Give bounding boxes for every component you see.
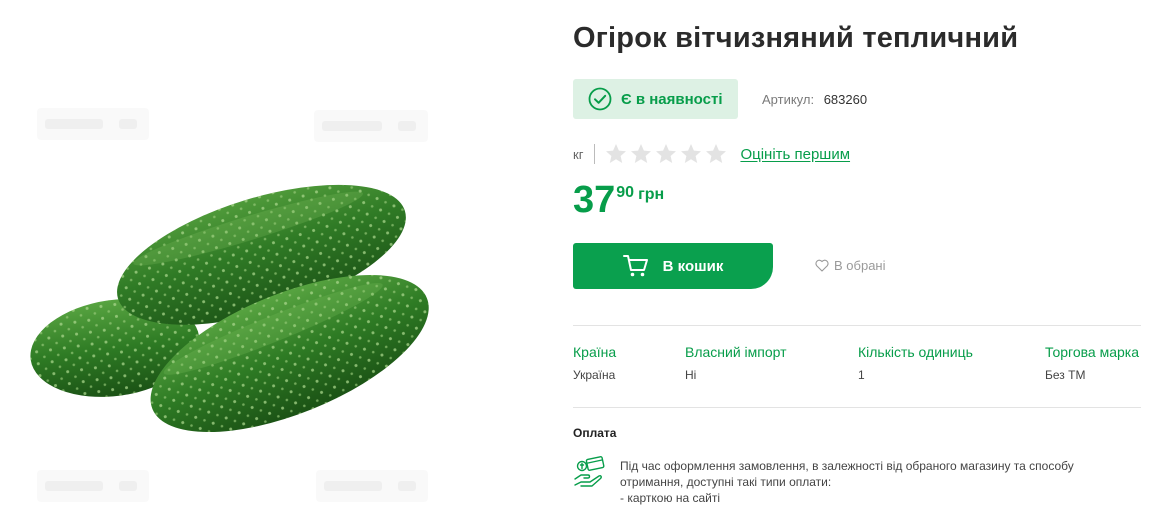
star-icon[interactable] [604, 142, 628, 166]
attribute-unit-count: Кількість одиниць 1 [858, 344, 973, 382]
attribute-name: Країна [573, 344, 617, 360]
payment-description: Під час оформлення замовлення, в залежно… [620, 458, 1090, 505]
attribute-value: Без ТМ [1045, 368, 1086, 382]
attribute-value: Україна [573, 368, 616, 382]
payment-icon [574, 456, 605, 487]
watermark [316, 470, 428, 502]
star-icon[interactable] [679, 142, 703, 166]
star-icon[interactable] [654, 142, 678, 166]
cart-icon [622, 255, 648, 277]
rate-first-link[interactable]: Оцініть першим [740, 146, 850, 163]
attribute-name: Торгова марка [1045, 344, 1139, 360]
watermark [37, 108, 149, 140]
price-currency: грн [638, 186, 665, 203]
price-integer: 37 [573, 179, 616, 221]
rating-row: кг Оцініть першим [573, 142, 850, 166]
cucumber-image [30, 184, 429, 433]
product-attributes: Країна Україна Власний імпорт Ні Кількіс… [573, 344, 1141, 388]
unit-label: кг [573, 146, 584, 162]
attribute-brand: Торгова марка Без ТМ [1045, 344, 1139, 382]
add-to-cart-button[interactable]: В кошик [573, 243, 773, 289]
add-to-favorites-button[interactable]: В обрані [815, 258, 886, 273]
divider [573, 407, 1141, 408]
sku-value: 683260 [823, 92, 868, 107]
divider [594, 144, 596, 164]
attribute-name: Власний імпорт [685, 344, 787, 360]
payment-text-line: отримання, доступні такі типи оплати: [620, 475, 832, 489]
attribute-name: Кількість одиниць [858, 344, 973, 360]
payment-title: Оплата [573, 426, 617, 440]
check-circle-icon [588, 87, 612, 111]
sku-label: Артикул: [762, 92, 815, 107]
stock-badge: Є в наявності [573, 79, 738, 119]
sku: Артикул: 683260 [762, 92, 867, 107]
attribute-own-import: Власний імпорт Ні [685, 344, 787, 382]
payment-text-line: Під час оформлення замовлення, в залежно… [620, 459, 1074, 473]
attribute-value: Ні [685, 368, 697, 382]
star-icon[interactable] [629, 142, 653, 166]
price-fraction: 90 [616, 184, 635, 201]
add-to-cart-label: В кошик [662, 257, 724, 275]
watermark [314, 110, 428, 142]
watermark [37, 470, 149, 502]
favorites-label: В обрані [834, 258, 886, 273]
attribute-country: Країна Україна [573, 344, 616, 382]
payment-text-line: - карткою на сайті [620, 491, 720, 505]
product-title: Огірок вітчизняний тепличний [573, 22, 1019, 54]
star-icon[interactable] [704, 142, 728, 166]
rating-stars[interactable] [604, 142, 728, 166]
product-image-area [0, 0, 470, 505]
heart-icon [815, 259, 829, 272]
attribute-value: 1 [858, 368, 865, 382]
product-page: Огірок вітчизняний тепличний Є в наявнос… [0, 0, 1154, 505]
divider [573, 325, 1141, 326]
stock-status-text: Є в наявності [621, 90, 723, 108]
price: 37 90 грн [573, 178, 664, 222]
